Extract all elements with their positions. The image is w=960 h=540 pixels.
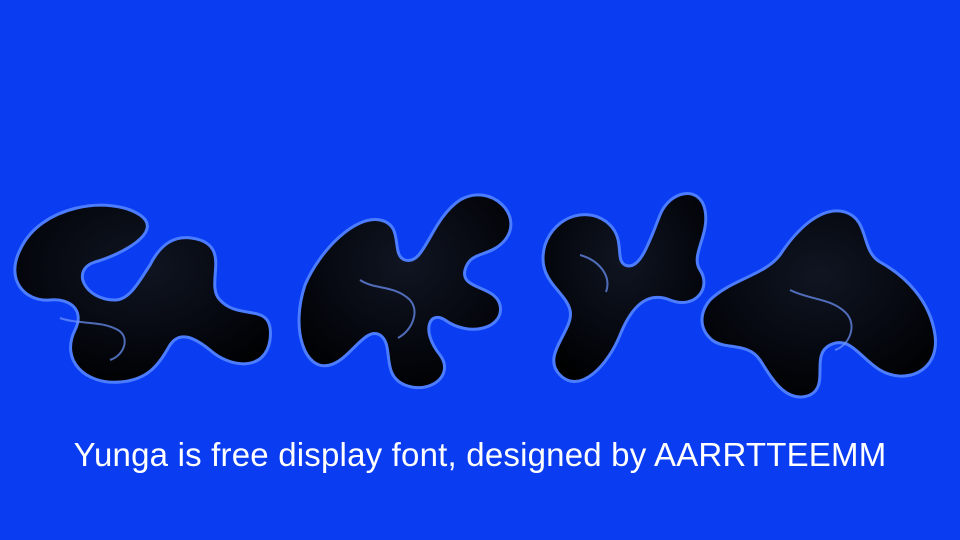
glyph-3 (541, 192, 708, 383)
glyph-4 (700, 209, 937, 399)
glyph-2 (297, 193, 513, 390)
caption-text: Yunga is free display font, designed by … (73, 436, 887, 473)
glyph-1 (13, 203, 272, 384)
